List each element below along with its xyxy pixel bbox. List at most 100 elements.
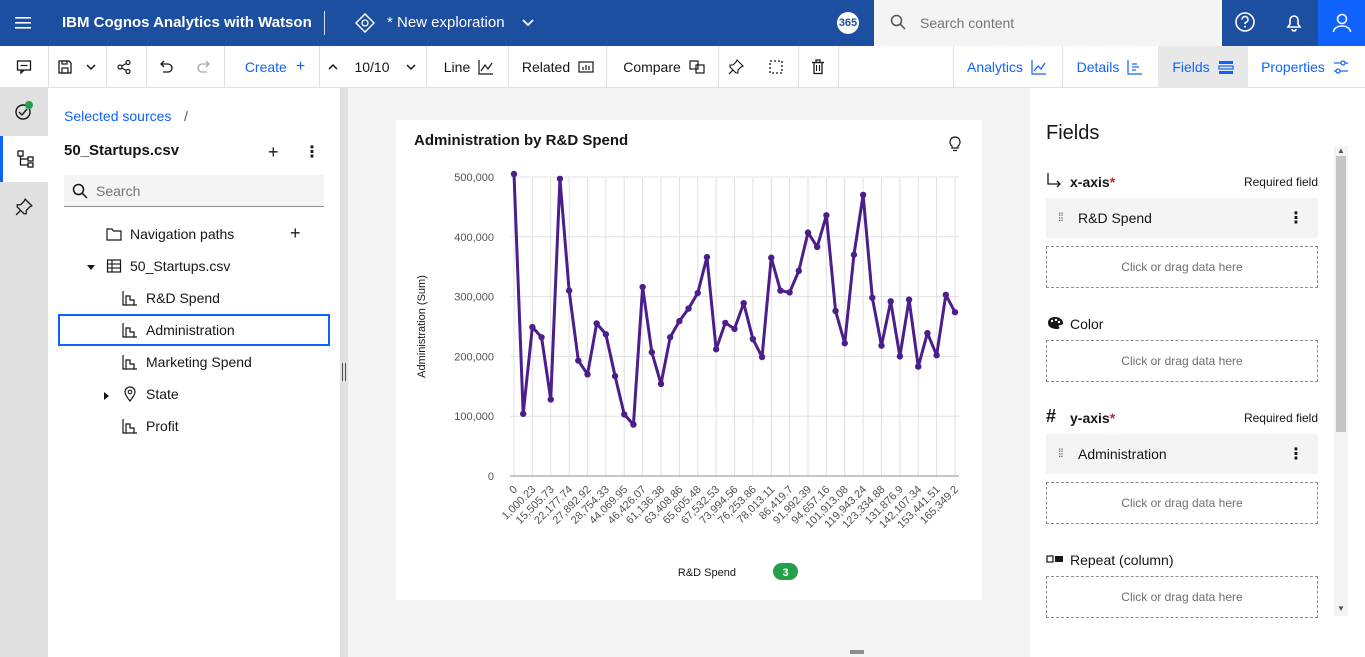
data-point bbox=[657, 380, 665, 388]
visualization-card[interactable]: 0 100,000 200,000 300,000 400,000 500,000 Admi… bbox=[396, 120, 982, 600]
line-label: Line bbox=[443, 59, 471, 75]
redo-icon[interactable] bbox=[186, 46, 222, 88]
palette-icon bbox=[1046, 315, 1064, 334]
drag-handle-icon[interactable]: ⁞⁞ bbox=[1058, 210, 1064, 224]
tree-item-profit[interactable]: Profit bbox=[58, 410, 330, 442]
y-tick-label: 500,000 bbox=[454, 172, 494, 184]
delete-icon[interactable] bbox=[800, 46, 836, 88]
y-axis-drop-zone[interactable]: Click or drag data here bbox=[1046, 482, 1318, 524]
panel-splitter[interactable] bbox=[340, 88, 348, 657]
tree-item-navigation-paths[interactable]: Navigation paths + bbox=[58, 218, 330, 250]
source-search-input[interactable] bbox=[96, 182, 306, 200]
tree-item-administration[interactable]: Administration bbox=[58, 314, 330, 346]
overflow-menu-icon[interactable]: ⋮ bbox=[304, 142, 320, 162]
chevron-down-icon[interactable] bbox=[520, 14, 536, 35]
data-point bbox=[749, 335, 757, 343]
help-icon[interactable] bbox=[1234, 11, 1256, 38]
data-point bbox=[813, 243, 821, 251]
x-axis-title: R&D Spend bbox=[678, 567, 736, 579]
breadcrumb-selected-sources[interactable]: Selected sources bbox=[64, 108, 171, 124]
scroll-up-icon[interactable]: ▲ bbox=[1337, 146, 1345, 155]
related-icon bbox=[578, 61, 594, 73]
resize-handle[interactable] bbox=[850, 650, 864, 654]
notifications-bell-icon[interactable] bbox=[1283, 11, 1305, 38]
related-button[interactable]: Related bbox=[510, 46, 606, 88]
fields-scrollbar[interactable]: ▲ ▼ bbox=[1334, 146, 1348, 616]
repeat-column-drop-zone[interactable]: Click or drag data here bbox=[1046, 576, 1318, 618]
table-icon bbox=[106, 258, 122, 277]
details-tab[interactable]: Details bbox=[1063, 46, 1157, 88]
splitter-grip-icon[interactable] bbox=[342, 363, 346, 381]
add-icon[interactable]: + bbox=[290, 223, 301, 244]
notification-count-badge[interactable]: 365 bbox=[837, 12, 859, 34]
y-axis-field-pill[interactable]: ⁞⁞ Administration ⋮ bbox=[1046, 434, 1318, 474]
x-axis-field-pill[interactable]: ⁞⁞ R&D Spend ⋮ bbox=[1046, 198, 1318, 238]
comment-icon[interactable] bbox=[0, 46, 48, 88]
select-area-icon[interactable] bbox=[758, 46, 794, 88]
line-chart-icon bbox=[478, 60, 494, 75]
x-axis-header: x-axis* Required field bbox=[1046, 172, 1318, 192]
analytics-label: Analytics bbox=[966, 59, 1024, 75]
caret-right-icon[interactable] bbox=[102, 388, 112, 404]
fields-label: Fields bbox=[1172, 59, 1210, 75]
overflow-menu-icon[interactable]: ⋮ bbox=[1288, 444, 1304, 464]
data-point bbox=[804, 229, 812, 236]
color-label: Color bbox=[1070, 316, 1104, 332]
data-point bbox=[924, 329, 931, 337]
analytics-tab[interactable]: Analytics bbox=[954, 46, 1060, 88]
compare-button[interactable]: Compare bbox=[608, 46, 720, 88]
save-menu-chevron-icon[interactable] bbox=[78, 46, 104, 88]
scroll-down-icon[interactable]: ▼ bbox=[1337, 604, 1345, 613]
left-rail bbox=[0, 88, 48, 657]
insights-lightbulb-icon[interactable] bbox=[948, 136, 962, 157]
properties-label: Properties bbox=[1261, 59, 1325, 75]
tree-item-rd-spend[interactable]: R&D Spend bbox=[58, 282, 330, 314]
scrollbar-thumb[interactable] bbox=[1336, 156, 1346, 432]
data-point bbox=[611, 372, 619, 380]
caret-down-icon[interactable] bbox=[86, 260, 96, 276]
data-point bbox=[722, 319, 729, 327]
data-point bbox=[519, 410, 527, 418]
repeat-column-label: Repeat (column) bbox=[1070, 552, 1174, 568]
tree-item-marketing-spend[interactable]: Marketing Spend bbox=[58, 346, 330, 378]
pin-icon[interactable] bbox=[718, 46, 754, 88]
search-content-input[interactable] bbox=[920, 12, 1200, 34]
chart-title: Administration by R&D Spend bbox=[414, 132, 629, 149]
user-avatar-icon[interactable] bbox=[1318, 0, 1365, 46]
properties-tab[interactable]: Properties bbox=[1250, 46, 1360, 88]
measure-icon bbox=[122, 290, 138, 309]
exploration-title[interactable]: * New exploration bbox=[387, 14, 505, 31]
undo-icon[interactable] bbox=[148, 46, 184, 88]
assistant-icon[interactable] bbox=[0, 88, 48, 134]
overflow-menu-icon[interactable]: ⋮ bbox=[1288, 208, 1304, 228]
tree-item-source-file[interactable]: 50_Startups.csv bbox=[58, 250, 330, 282]
sources-panel: Selected sources / 50_Startups.csv + ⋮ N… bbox=[48, 88, 340, 657]
pin-icon[interactable] bbox=[0, 184, 48, 230]
add-icon[interactable]: + bbox=[268, 142, 279, 163]
data-tree-icon[interactable] bbox=[0, 136, 48, 182]
source-file-name: 50_Startups.csv bbox=[64, 142, 180, 159]
x-axis-drop-zone[interactable]: Click or drag data here bbox=[1046, 246, 1318, 288]
share-icon[interactable] bbox=[106, 46, 142, 88]
drag-handle-icon[interactable]: ⁞⁞ bbox=[1058, 446, 1064, 460]
line-chart[interactable]: 0 100,000 200,000 300,000 400,000 500,000 Admi… bbox=[396, 120, 982, 600]
tree-item-state[interactable]: State bbox=[58, 378, 330, 410]
create-button[interactable]: Create + bbox=[230, 46, 320, 88]
chevron-down-icon[interactable] bbox=[400, 46, 422, 88]
data-point bbox=[685, 305, 692, 312]
data-point bbox=[556, 175, 564, 182]
data-point bbox=[731, 325, 738, 333]
color-drop-zone[interactable]: Click or drag data here bbox=[1046, 340, 1318, 382]
chevron-up-icon[interactable] bbox=[322, 46, 344, 88]
search-icon bbox=[890, 14, 906, 35]
data-point bbox=[639, 283, 646, 291]
related-label: Related bbox=[521, 59, 571, 75]
analytics-icon bbox=[1031, 60, 1047, 75]
hamburger-menu-icon[interactable] bbox=[0, 0, 46, 46]
data-point bbox=[648, 349, 656, 356]
visualization-type-button[interactable]: Line bbox=[430, 46, 508, 88]
save-icon[interactable] bbox=[52, 46, 78, 88]
data-point bbox=[878, 342, 885, 349]
measure-icon bbox=[122, 354, 138, 373]
fields-tab[interactable]: Fields bbox=[1158, 46, 1248, 88]
